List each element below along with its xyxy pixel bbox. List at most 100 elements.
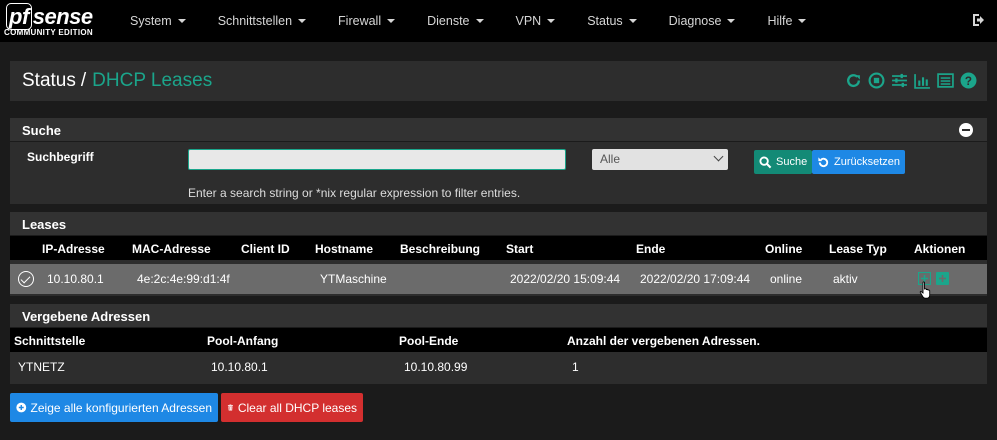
- check-circle-icon: [18, 271, 34, 287]
- caret-down-icon: [798, 19, 807, 23]
- leases-table-header: IP-Adresse MAC-Adresse Client ID Hostnam…: [10, 236, 987, 260]
- assigned-interface: YTNETZ: [18, 360, 65, 374]
- clear-label: Clear all DHCP leases: [237, 400, 357, 415]
- sliders-icon[interactable]: [891, 72, 908, 89]
- menu-label: VPN: [515, 14, 542, 28]
- trash-icon: [227, 404, 233, 411]
- caret-down-icon: [387, 19, 396, 23]
- menu-label: Status: [587, 14, 623, 28]
- navbar: pf sense COMMUNITY EDITION System Schnitt…: [0, 0, 997, 42]
- menu-firewall[interactable]: Firewall: [322, 0, 411, 42]
- menu-vpn[interactable]: VPN: [500, 0, 572, 42]
- assigned-panel-title: Vergebene Adressen: [22, 309, 151, 324]
- reset-button-label: Zurücksetzen: [834, 156, 901, 168]
- lease-end: 2022/02/20 17:09:44: [640, 272, 751, 286]
- column-header[interactable]: Lease Typ: [829, 242, 887, 256]
- leases-panel: Leases IP-Adresse MAC-Adresse Client ID …: [10, 212, 987, 299]
- minus-circle-icon[interactable]: [959, 123, 973, 137]
- assigned-pool-start: 10.10.80.1: [211, 360, 268, 374]
- search-icon: [759, 155, 772, 168]
- column-header[interactable]: Beschreibung: [400, 242, 480, 256]
- pointer-cursor-icon: [919, 281, 931, 299]
- caret-down-icon: [628, 19, 637, 23]
- table-row[interactable]: 10.10.80.1 4e:2c:4e:99:d1:4f YTMaschine …: [10, 264, 987, 299]
- list-icon[interactable]: [937, 72, 954, 89]
- lease-start: 2022/02/20 15:09:44: [510, 272, 621, 286]
- breadcrumb-dhcp-leases[interactable]: DHCP Leases: [92, 70, 212, 92]
- menu-status[interactable]: Status: [571, 0, 652, 42]
- chart-icon[interactable]: [914, 72, 931, 89]
- search-input[interactable]: [188, 149, 566, 170]
- column-header[interactable]: Schnittstelle: [14, 334, 85, 348]
- search-panel: Suche Suchbegriff Alle Suche Zurücksetze…: [10, 118, 987, 204]
- menu-label: Hilfe: [767, 14, 793, 28]
- column-header[interactable]: MAC-Adresse: [132, 242, 211, 256]
- help-icon[interactable]: ?: [960, 72, 977, 89]
- menu-label: Diagnose: [668, 14, 722, 28]
- show-all-label: Zeige alle konfigurierten Adressen: [30, 400, 212, 415]
- menu-label: Schnittstellen: [217, 14, 293, 28]
- column-header[interactable]: Ende: [636, 242, 665, 256]
- add-arp-icon[interactable]: [936, 272, 949, 285]
- column-header[interactable]: Pool-Anfang: [207, 334, 278, 348]
- column-header[interactable]: Start: [506, 242, 533, 256]
- lease-ip: 10.10.80.1: [47, 272, 104, 286]
- search-button-label: Suche: [776, 156, 808, 168]
- lease-type: aktiv: [833, 272, 858, 286]
- logo-sense: sense: [32, 4, 93, 29]
- caret-down-icon: [177, 19, 186, 23]
- column-header[interactable]: IP-Adresse: [42, 242, 105, 256]
- column-header[interactable]: Anzahl der vergebenen Adressen.: [567, 334, 760, 348]
- menu-label: Firewall: [338, 14, 382, 28]
- logo-pf: pf: [6, 3, 32, 30]
- plus-circle-icon: [16, 402, 27, 413]
- lease-online: online: [770, 272, 803, 286]
- menu-hilfe[interactable]: Hilfe: [751, 0, 822, 42]
- menu-label: Dienste: [427, 14, 470, 28]
- lease-hostname: YTMaschine: [320, 272, 387, 286]
- column-header[interactable]: Online: [765, 242, 802, 256]
- assigned-pool-end: 10.10.80.99: [404, 360, 468, 374]
- table-row[interactable]: YTNETZ 10.10.80.1 10.10.80.99 1: [10, 352, 987, 382]
- caret-down-icon: [475, 19, 484, 23]
- search-panel-heading: Suche: [10, 118, 987, 142]
- assigned-table-header: Schnittstelle Pool-Anfang Pool-Ende Anza…: [10, 328, 987, 352]
- refresh-icon[interactable]: [845, 72, 862, 89]
- menu-diagnose[interactable]: Diagnose: [653, 0, 752, 42]
- undo-icon: [818, 156, 829, 167]
- reset-button[interactable]: Zurücksetzen: [812, 150, 906, 174]
- search-field-select[interactable]: Alle: [592, 149, 728, 170]
- nav-menu: System Schnittstellen Firewall Dienste V…: [114, 0, 822, 42]
- stop-icon[interactable]: [868, 72, 885, 89]
- search-label: Suchbegriff: [27, 150, 94, 164]
- column-header[interactable]: Hostname: [315, 242, 373, 256]
- lease-mac: 4e:2c:4e:99:d1:4f: [137, 272, 230, 286]
- search-help-text: Enter a search string or *nix regular ex…: [188, 186, 521, 200]
- search-panel-title: Suche: [22, 123, 62, 138]
- column-header: Aktionen: [914, 242, 966, 256]
- assigned-panel: Vergebene Adressen Schnittstelle Pool-An…: [10, 304, 987, 384]
- breadcrumb-separator: /: [80, 70, 87, 91]
- brand-edition: COMMUNITY EDITION: [4, 28, 93, 37]
- menu-system[interactable]: System: [114, 0, 202, 42]
- caret-down-icon: [727, 19, 736, 23]
- breadcrumb-status[interactable]: Status: [22, 70, 76, 92]
- menu-label: System: [130, 14, 172, 28]
- caret-down-icon: [547, 19, 556, 23]
- column-header[interactable]: Client ID: [241, 242, 290, 256]
- column-header[interactable]: Pool-Ende: [399, 334, 458, 348]
- menu-schnittstellen[interactable]: Schnittstellen: [202, 0, 322, 42]
- clear-leases-button[interactable]: Clear all DHCP leases: [221, 393, 363, 422]
- leases-panel-heading: Leases: [10, 212, 987, 236]
- show-all-addresses-button[interactable]: Zeige alle konfigurierten Adressen: [10, 393, 218, 422]
- menu-dienste[interactable]: Dienste: [411, 0, 499, 42]
- page-header: Status / DHCP Leases ?: [10, 61, 987, 101]
- brand-logo[interactable]: pf sense COMMUNITY EDITION: [0, 0, 110, 42]
- search-button[interactable]: Suche: [754, 150, 813, 174]
- assigned-panel-heading: Vergebene Adressen: [10, 304, 987, 328]
- assigned-count: 1: [572, 360, 579, 374]
- search-select-value: Alle: [600, 152, 621, 166]
- header-icons: ?: [845, 72, 977, 89]
- chevron-down-icon: [713, 151, 724, 162]
- sign-out-icon[interactable]: [971, 12, 987, 28]
